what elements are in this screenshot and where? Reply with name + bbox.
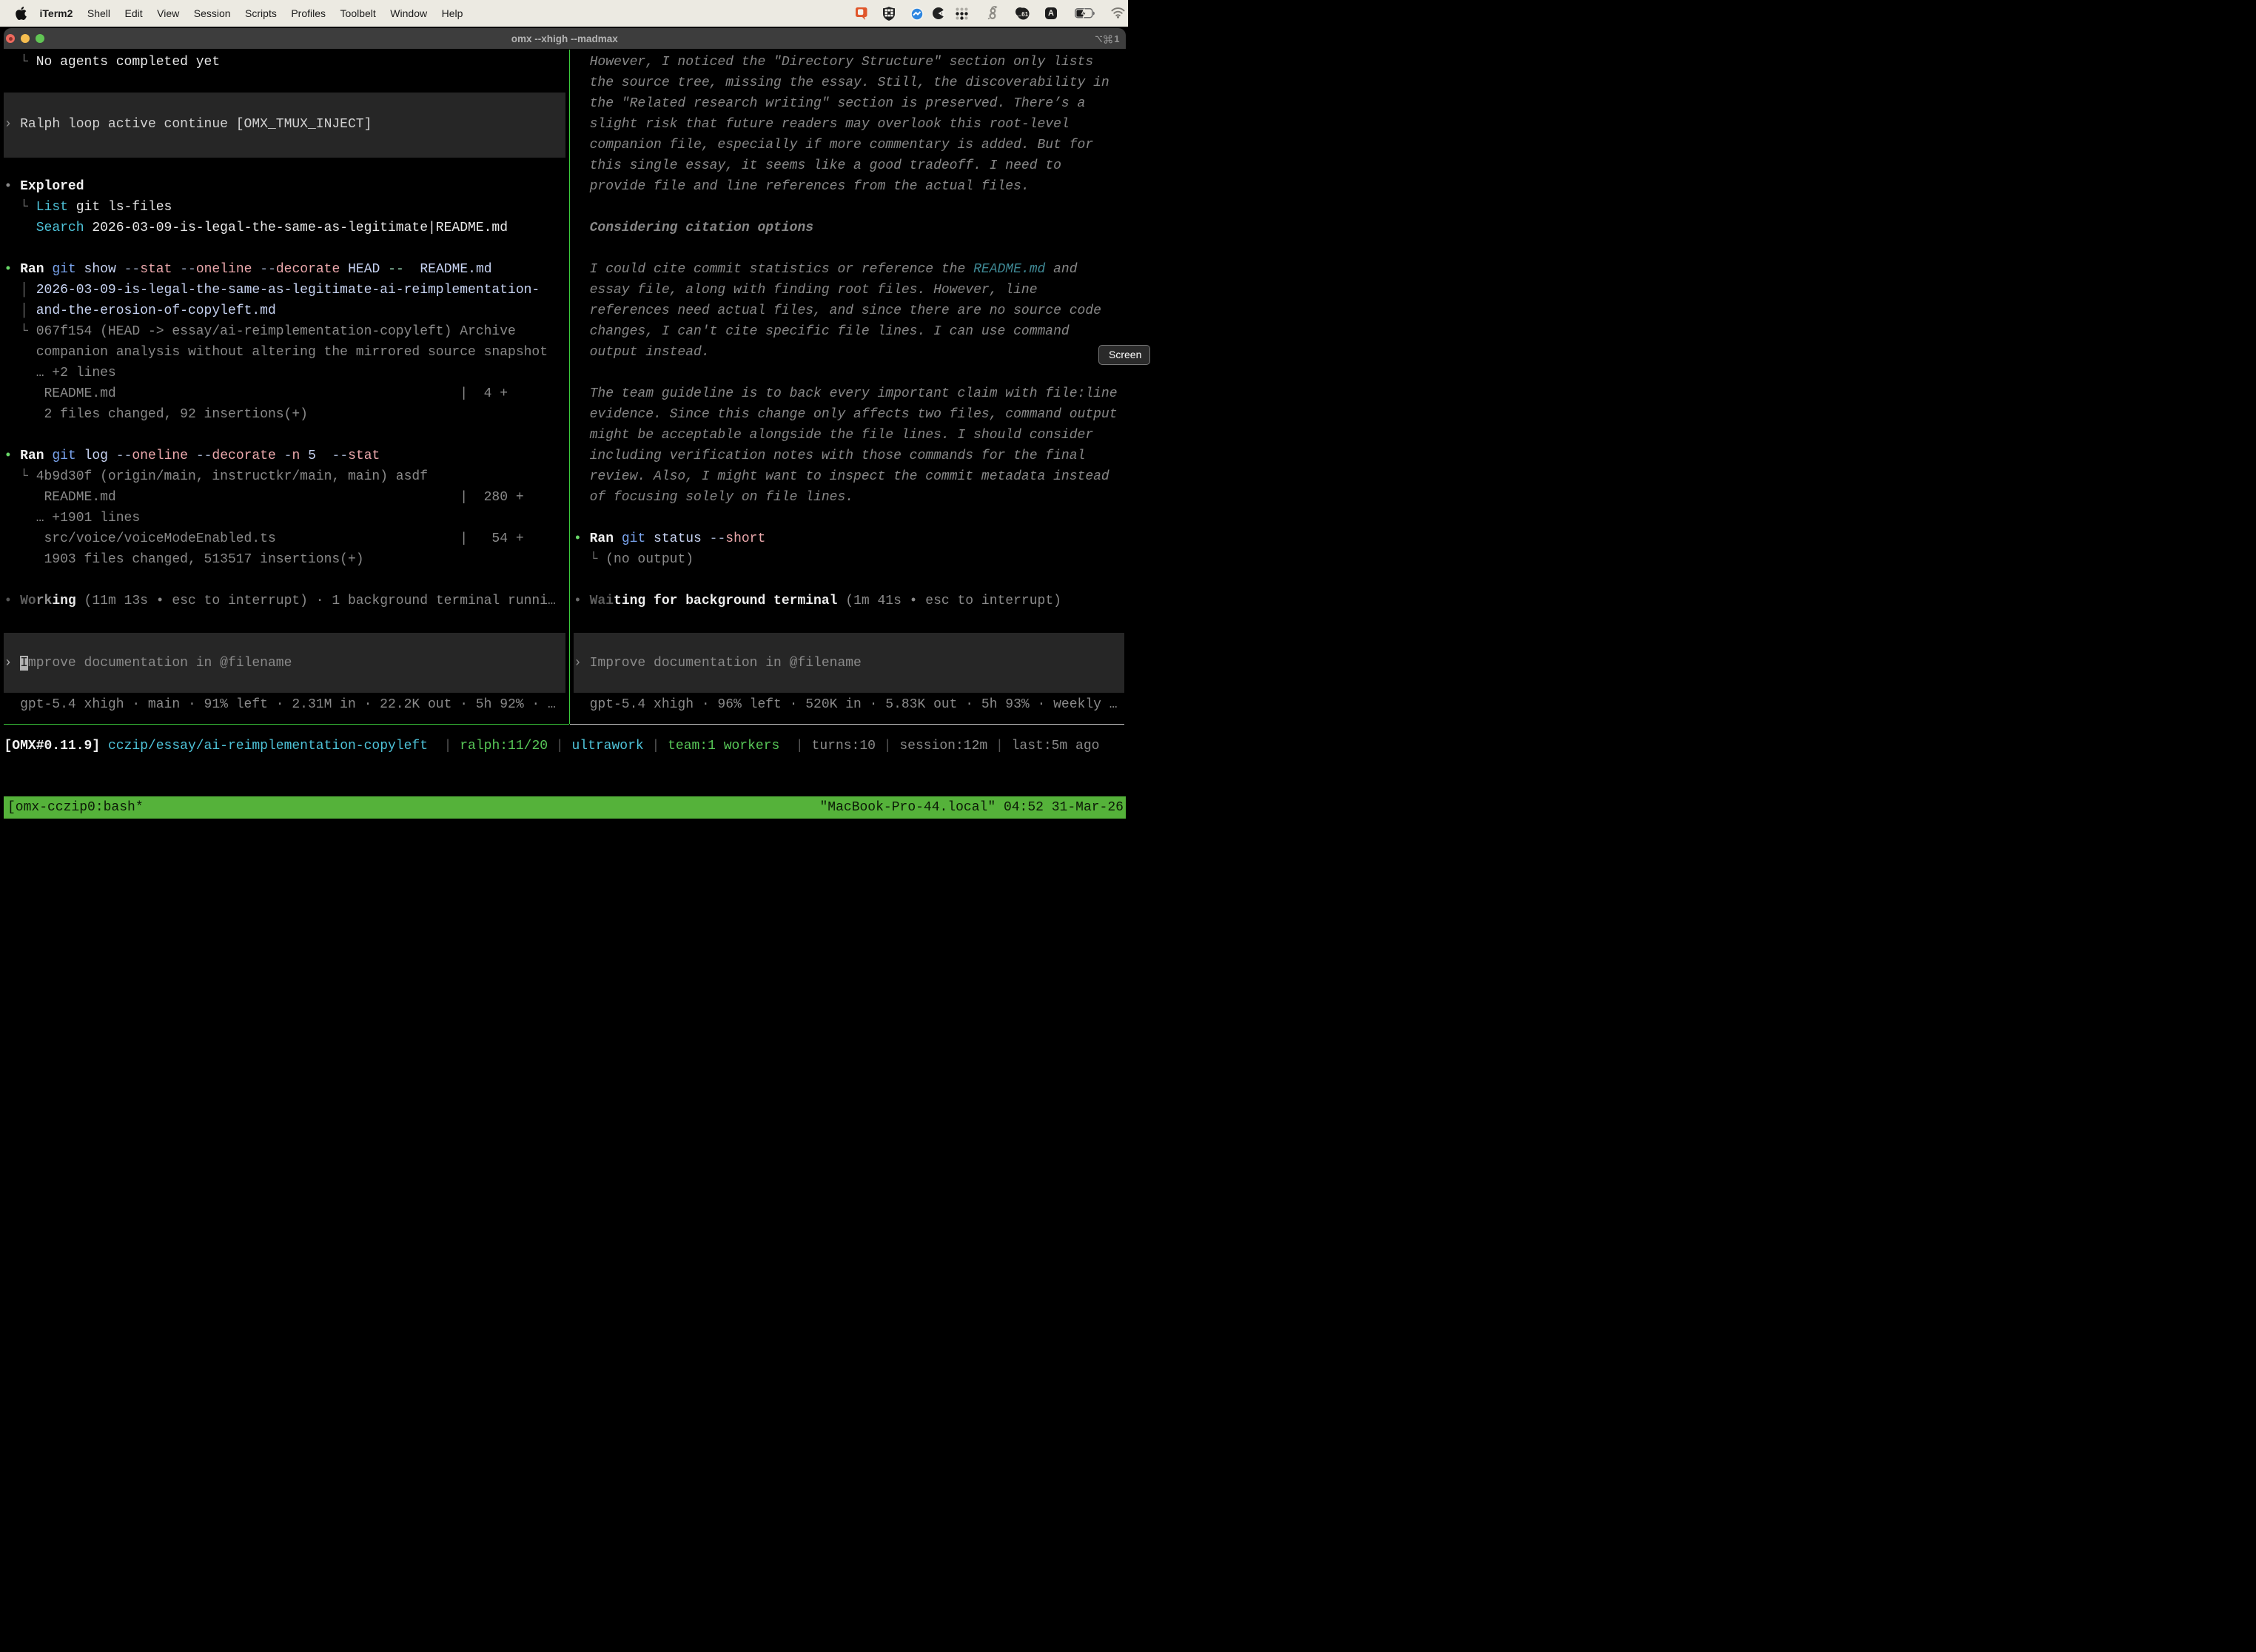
svg-text:..61: ..61 xyxy=(1018,11,1029,18)
